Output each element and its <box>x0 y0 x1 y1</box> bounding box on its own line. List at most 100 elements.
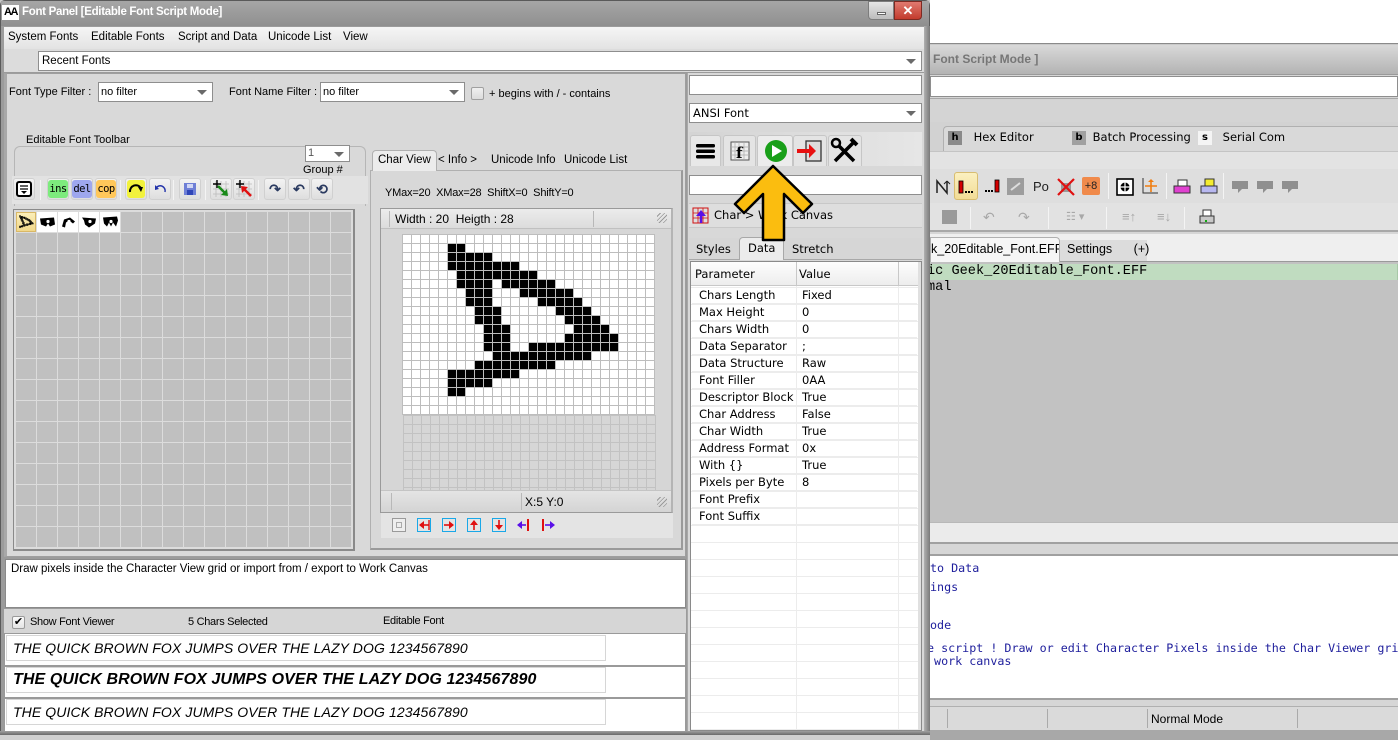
pixel-cell[interactable] <box>565 334 573 342</box>
pixel-cell[interactable] <box>448 280 456 288</box>
pixel-cell[interactable] <box>430 262 438 270</box>
pixel-cell[interactable] <box>475 379 483 387</box>
pixel-cell[interactable] <box>565 406 573 414</box>
pixel-cell[interactable] <box>430 361 438 369</box>
pixel-cell[interactable] <box>565 235 573 243</box>
minimize-button[interactable] <box>868 1 894 20</box>
char-cell[interactable] <box>142 506 162 526</box>
char-cell[interactable] <box>289 254 309 274</box>
char-cell[interactable] <box>247 443 267 463</box>
pixel-cell[interactable] <box>547 361 555 369</box>
pixel-cell[interactable] <box>511 235 519 243</box>
pixel-cell[interactable] <box>637 262 645 270</box>
doc-tab-font-file[interactable]: k_20Editable_Font.EFF <box>930 237 1060 262</box>
pixel-cell[interactable] <box>547 379 555 387</box>
char-cell[interactable] <box>289 422 309 442</box>
char-cell[interactable] <box>163 233 183 253</box>
pixel-cell[interactable] <box>538 325 546 333</box>
char-cell[interactable] <box>184 275 204 295</box>
pixel-cell[interactable] <box>574 352 582 360</box>
char-cell[interactable] <box>289 296 309 316</box>
char-cell[interactable] <box>331 338 351 358</box>
pixel-cell[interactable] <box>484 352 492 360</box>
swap-nodes-icon[interactable] <box>934 178 952 199</box>
char-cell[interactable] <box>184 212 204 232</box>
pixel-cell[interactable] <box>466 388 474 396</box>
pixel-cell[interactable] <box>502 406 510 414</box>
wrap-icon[interactable] <box>1007 178 1024 195</box>
char-cell[interactable] <box>205 212 225 232</box>
pixel-cell[interactable] <box>574 253 582 261</box>
char-cell[interactable] <box>184 338 204 358</box>
pixel-cell[interactable] <box>556 280 564 288</box>
pixel-cell[interactable] <box>646 316 654 324</box>
pixel-cell[interactable] <box>583 316 591 324</box>
pixel-cell[interactable] <box>574 280 582 288</box>
pixel-cell[interactable] <box>574 361 582 369</box>
table-row[interactable]: Font Filler 0AA <box>692 372 917 389</box>
pixel-cell[interactable] <box>430 235 438 243</box>
pixel-cell[interactable] <box>583 289 591 297</box>
pixel-cell[interactable] <box>538 271 546 279</box>
import-to-char-button[interactable] <box>210 178 232 200</box>
char-cell[interactable] <box>142 485 162 505</box>
pixel-cell[interactable] <box>511 352 519 360</box>
char-cell[interactable] <box>184 317 204 337</box>
pixel-cell[interactable] <box>592 271 600 279</box>
pixel-cell[interactable] <box>484 379 492 387</box>
pixel-cell[interactable] <box>475 352 483 360</box>
pixel-cell[interactable] <box>610 361 618 369</box>
pixel-cell[interactable] <box>583 307 591 315</box>
pixel-cell[interactable] <box>520 289 528 297</box>
char-cell[interactable] <box>79 233 99 253</box>
pixel-cell[interactable] <box>529 379 537 387</box>
pixel-cell[interactable] <box>466 253 474 261</box>
add-tab-button[interactable]: (+) <box>1134 242 1150 256</box>
pixel-cell[interactable] <box>583 280 591 288</box>
column-header-value[interactable]: Value <box>799 267 831 281</box>
char-cell[interactable] <box>100 275 120 295</box>
pixel-cell[interactable] <box>493 271 501 279</box>
pixel-cell[interactable] <box>421 361 429 369</box>
pixel-cell[interactable] <box>574 271 582 279</box>
char-cell[interactable] <box>16 485 36 505</box>
pixel-cell[interactable] <box>556 334 564 342</box>
char-cell[interactable] <box>184 485 204 505</box>
pixel-cell[interactable] <box>565 298 573 306</box>
print-magenta-icon[interactable] <box>1172 177 1192 200</box>
shift-up-button[interactable] <box>467 518 481 535</box>
close-button[interactable]: ✕ <box>894 1 922 20</box>
char-cell[interactable] <box>247 233 267 253</box>
char-cell[interactable] <box>163 317 183 337</box>
pixel-cell[interactable] <box>412 316 420 324</box>
pixel-cell[interactable] <box>646 379 654 387</box>
pixel-cell[interactable] <box>439 271 447 279</box>
char-cell[interactable] <box>184 233 204 253</box>
pixel-cell[interactable] <box>619 361 627 369</box>
pixel-cell[interactable] <box>628 289 636 297</box>
char-cell[interactable] <box>37 338 57 358</box>
pixel-cell[interactable] <box>484 388 492 396</box>
pixel-cell[interactable] <box>610 280 618 288</box>
pixel-cell[interactable] <box>475 307 483 315</box>
pixel-cell[interactable] <box>538 406 546 414</box>
char-cell[interactable] <box>37 443 57 463</box>
char-cell[interactable] <box>163 338 183 358</box>
char-cell[interactable] <box>58 359 78 379</box>
char-cell[interactable] <box>121 359 141 379</box>
pixel-cell[interactable] <box>475 361 483 369</box>
pixel-cell[interactable] <box>457 262 465 270</box>
pixel-cell[interactable] <box>484 370 492 378</box>
disable-icon[interactable] <box>1056 177 1076 200</box>
pixel-cell[interactable] <box>574 289 582 297</box>
pixel-cell[interactable] <box>529 253 537 261</box>
pixel-cell[interactable] <box>412 334 420 342</box>
char-cell[interactable] <box>289 443 309 463</box>
pixel-cell[interactable] <box>538 343 546 351</box>
pixel-cell[interactable] <box>529 316 537 324</box>
pixel-cell[interactable] <box>520 325 528 333</box>
pixel-cell[interactable] <box>520 253 528 261</box>
pixel-cell[interactable] <box>448 298 456 306</box>
pixel-cell[interactable] <box>403 262 411 270</box>
pixel-cell[interactable] <box>502 361 510 369</box>
